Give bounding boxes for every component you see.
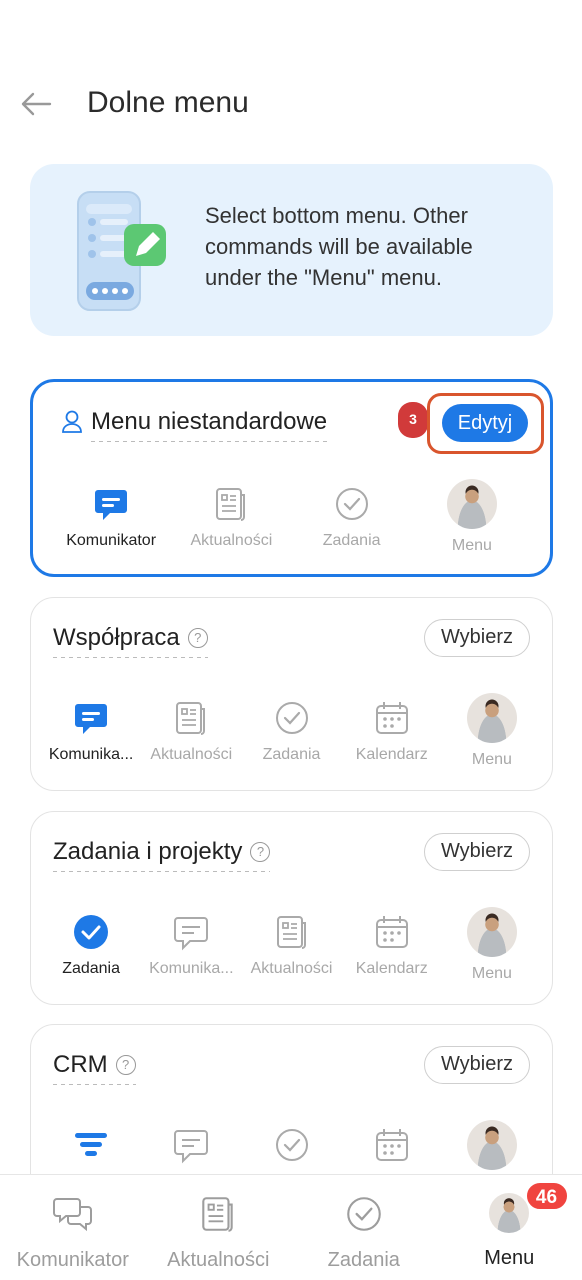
choose-button[interactable]: Wybierz [424, 619, 530, 657]
preset-items [31, 1120, 552, 1170]
news-icon [216, 488, 246, 521]
calendar-icon [375, 1129, 408, 1161]
menu-item [241, 1125, 341, 1170]
bottom-nav: Komunikator Aktualności Zadania 46 Menu [0, 1174, 582, 1280]
preset-card-custom[interactable]: Menu niestandardowe 3 Edytyj Komunikator… [30, 379, 553, 577]
menu-item-label: Kalendarz [355, 960, 428, 977]
menu-item-label: Zadania [62, 960, 121, 977]
nav-item-messenger[interactable]: Komunikator [0, 1175, 146, 1280]
menu-item-label: Menu [471, 751, 512, 768]
nav-item-menu[interactable]: 46 Menu [437, 1175, 582, 1280]
info-banner: Select bottom menu. Other commands will … [30, 164, 553, 336]
avatar [466, 907, 517, 957]
menu-item: Komunikator [51, 484, 171, 555]
arrow-left-icon[interactable] [18, 86, 54, 122]
preset-items: Zadania Komunika... Aktualności Kalendar… [31, 907, 552, 983]
menu-item: Zadania [292, 484, 412, 555]
chat-filled-icon [95, 490, 128, 520]
menu-item-label: Komunika... [149, 960, 234, 977]
calendar-icon [375, 702, 408, 734]
banner-text: Select bottom menu. Other commands will … [205, 203, 473, 290]
user-icon [62, 410, 82, 433]
phone-edit-illustration [77, 191, 166, 311]
menu-item: Aktualności [141, 698, 241, 769]
menu-item [41, 1125, 141, 1170]
menu-item: Zadania [41, 912, 141, 983]
help-icon[interactable]: ? [115, 1055, 136, 1075]
calendar-icon [375, 916, 408, 948]
check-circle-icon [335, 488, 368, 520]
news-icon [276, 916, 306, 949]
page-title: Dolne menu [87, 86, 249, 119]
nav-label: Komunikator [16, 1249, 129, 1271]
menu-item [342, 1125, 442, 1170]
funnel-icon [75, 1133, 108, 1156]
menu-item: Aktualności [171, 484, 291, 555]
menu-item: Komunika... [41, 698, 141, 769]
nav-label: Menu [484, 1247, 535, 1269]
check-circle-icon [275, 1129, 308, 1161]
chat-icon [174, 917, 209, 951]
menu-item: Kalendarz [342, 698, 442, 769]
news-icon [176, 702, 206, 735]
menu-item: Kalendarz [342, 912, 442, 983]
choose-button[interactable]: Wybierz [424, 833, 530, 871]
check-circle-icon [346, 1197, 381, 1231]
menu-item: Menu [442, 693, 542, 769]
step-marker: 3 [398, 402, 428, 438]
preset-card-tasks-projects[interactable]: Zadania i projekty? Wybierz Zadania Komu… [30, 811, 553, 1005]
nav-item-tasks[interactable]: Zadania [291, 1175, 437, 1280]
preset-title: Menu niestandardowe [91, 408, 328, 442]
choose-button[interactable]: Wybierz [424, 1046, 530, 1084]
header: Dolne menu [0, 72, 582, 136]
menu-item-label: Komunikator [66, 532, 157, 549]
avatar [466, 693, 517, 743]
preset-title: Zadania i projekty? [53, 838, 271, 872]
preset-items: Komunikator Aktualności Zadania Menu [33, 479, 550, 555]
menu-item-label: Aktualności [190, 532, 273, 549]
help-icon[interactable]: ? [250, 842, 271, 862]
chat-icon [174, 1130, 209, 1164]
notification-badge: 46 [524, 1181, 569, 1211]
menu-item [141, 1125, 241, 1170]
preset-title: CRM? [53, 1051, 136, 1085]
check-circle-icon [275, 702, 308, 734]
menu-item-label: Kalendarz [355, 746, 428, 763]
check-filled-icon [74, 915, 109, 949]
preset-title: Współpraca? [53, 624, 208, 658]
news-icon [202, 1197, 233, 1232]
menu-item-label: Komunika... [48, 746, 134, 763]
menu-item: Aktualności [241, 912, 341, 983]
help-icon[interactable]: ? [187, 628, 208, 648]
menu-item-label: Menu [451, 537, 492, 554]
chat-filled-icon [75, 704, 108, 734]
menu-item-label: Aktualności [150, 746, 233, 763]
nav-label: Zadania [327, 1249, 400, 1271]
menu-item-label: Aktualności [250, 960, 333, 977]
edit-button[interactable]: Edytyj [442, 404, 528, 442]
menu-item: Menu [412, 479, 532, 555]
nav-label: Aktualności [167, 1249, 270, 1271]
preset-items: Komunika... Aktualności Zadania Kalendar… [31, 693, 552, 769]
menu-item: Komunika... [141, 912, 241, 983]
avatar [466, 1120, 517, 1170]
menu-item [442, 1120, 542, 1170]
menu-item-label: Menu [471, 965, 512, 982]
menu-item: Menu [442, 907, 542, 983]
menu-item-label: Zadania [262, 746, 321, 763]
avatar [446, 479, 497, 529]
nav-item-news[interactable]: Aktualności [146, 1175, 292, 1280]
avatar [489, 1193, 530, 1233]
preset-card-collaboration[interactable]: Współpraca? Wybierz Komunika... Aktualno… [30, 597, 553, 791]
chats-icon [52, 1198, 92, 1232]
menu-item: Zadania [241, 698, 341, 769]
menu-item-label: Zadania [322, 532, 381, 549]
